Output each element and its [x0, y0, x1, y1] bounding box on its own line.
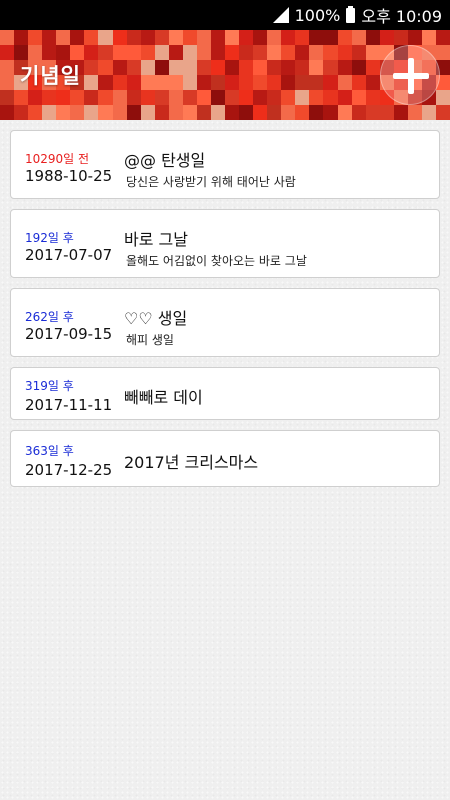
anniversary-date: 1988-10-25 — [25, 167, 113, 185]
signal-icon — [272, 7, 289, 23]
list-item[interactable]: 192일 후 2017-07-07 바로 그날 올해도 어김없이 찾아오는 바로… — [10, 209, 440, 278]
clock: 오후 10:09 — [361, 7, 442, 26]
anniversary-name: 바로 그날 — [124, 230, 188, 249]
anniversary-memo: 해피 생일 — [126, 333, 174, 347]
battery-icon — [346, 5, 356, 23]
add-anniversary-button[interactable] — [380, 45, 440, 105]
list-item[interactable]: 319일 후 2017-11-11 빼빼로 데이 — [10, 367, 440, 420]
dday-count: 363일 후 — [25, 444, 74, 458]
dday-count: 262일 후 — [25, 310, 74, 324]
list-item[interactable]: 262일 후 2017-09-15 ♡♡ 생일 해피 생일 — [10, 288, 440, 357]
dday-count: 319일 후 — [25, 379, 74, 393]
dday-count: 10290일 전 — [25, 152, 90, 166]
anniversary-date: 2017-11-11 — [25, 396, 113, 414]
anniversary-date: 2017-12-25 — [25, 461, 113, 479]
anniversary-name: 빼빼로 데이 — [124, 388, 203, 407]
list-item[interactable]: 363일 후 2017-12-25 2017년 크리스마스 — [10, 430, 440, 487]
app-header: 기념일 — [0, 30, 450, 120]
list-item[interactable]: 10290일 전 1988-10-25 @@ 탄생일 당신은 사랑받기 위해 태… — [10, 130, 440, 199]
dday-count: 192일 후 — [25, 231, 74, 245]
battery-percent: 100% — [294, 5, 341, 25]
anniversary-date: 2017-09-15 — [25, 325, 113, 343]
page-title: 기념일 — [20, 64, 81, 88]
anniversary-name: ♡♡ 생일 — [124, 309, 188, 328]
anniversary-memo: 올해도 어김없이 찾아오는 바로 그날 — [126, 254, 307, 268]
anniversary-name: 2017년 크리스마스 — [124, 453, 259, 472]
anniversary-date: 2017-07-07 — [25, 246, 113, 264]
anniversary-name: @@ 탄생일 — [124, 151, 206, 170]
status-bar: 100% 오후 10:09 — [0, 0, 450, 30]
anniversary-memo: 당신은 사랑받기 위해 태어난 사람 — [126, 175, 296, 189]
anniversary-list: 10290일 전 1988-10-25 @@ 탄생일 당신은 사랑받기 위해 태… — [0, 120, 450, 800]
